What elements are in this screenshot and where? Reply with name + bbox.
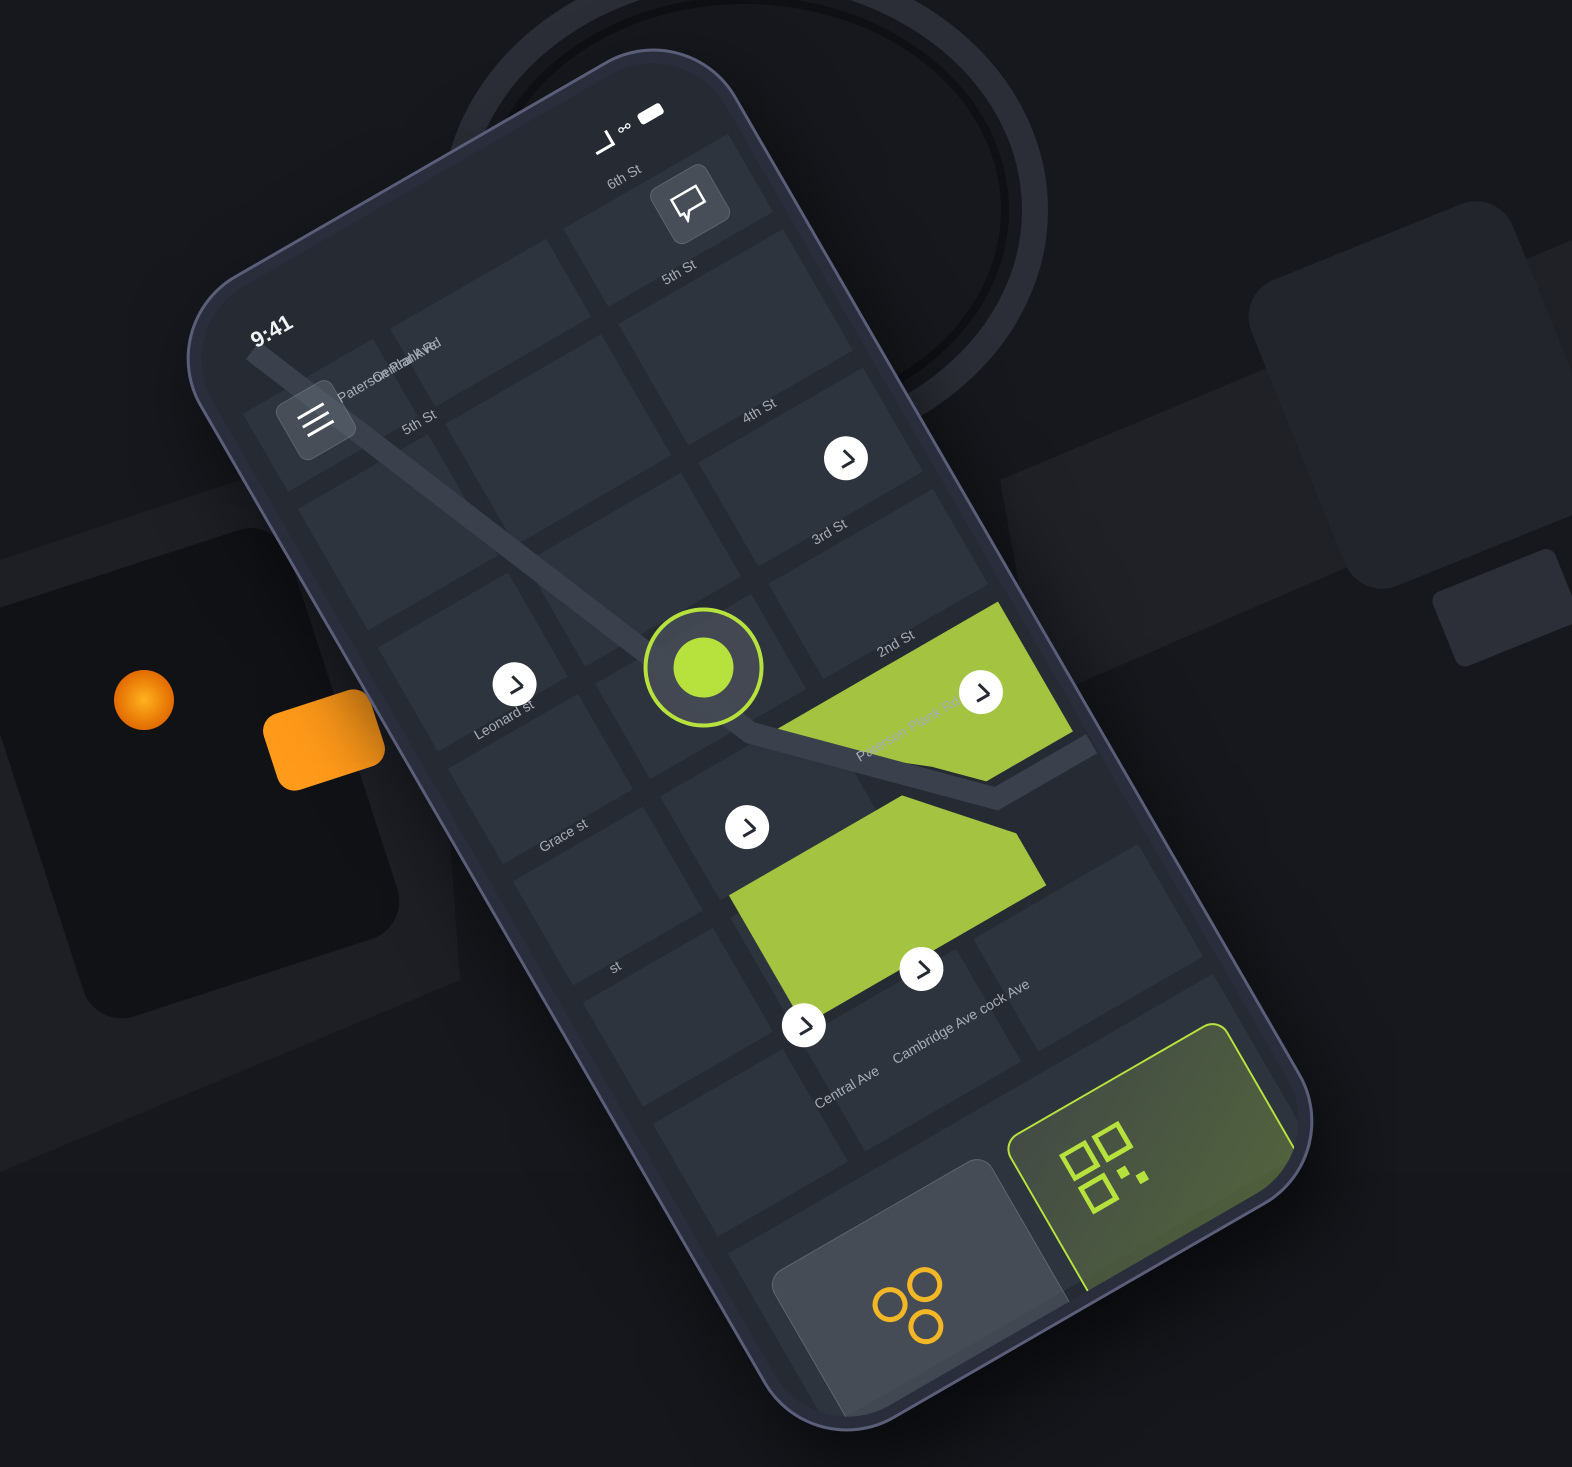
scan-to-ride-label: SCAN TO RIDE [1117, 1193, 1312, 1324]
scooter-handlebar-scene: 6th St 5th St 5th St 4th St 3rd St 2nd St Leon… [0, 0, 1572, 1467]
chat-icon [669, 184, 707, 225]
indicator-light [114, 670, 174, 730]
group-ride-icon [872, 1267, 944, 1345]
menu-icon [296, 402, 335, 438]
qr-code-icon [1058, 1120, 1150, 1215]
